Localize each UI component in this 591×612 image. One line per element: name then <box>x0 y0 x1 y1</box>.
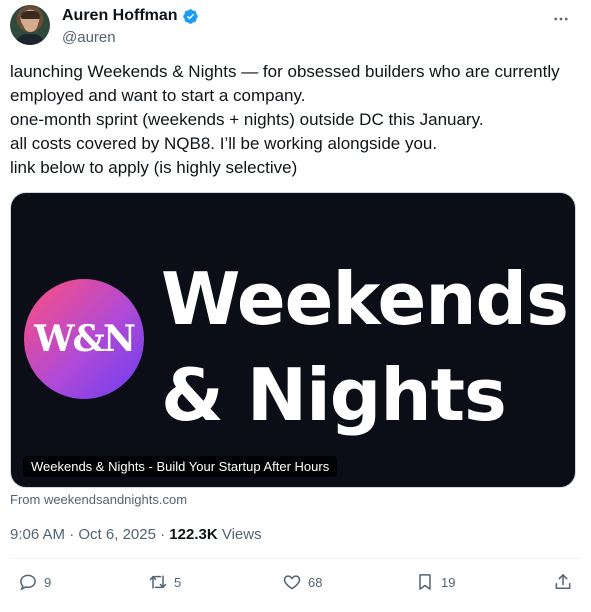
avatar-hair <box>21 11 40 19</box>
bookmark-button[interactable]: 19 <box>415 572 455 592</box>
action-bar: 9 5 68 19 <box>10 572 581 600</box>
meta-separator: · <box>160 526 170 543</box>
like-count: 68 <box>308 574 323 590</box>
repost-icon <box>149 575 167 589</box>
share-icon <box>555 574 571 589</box>
tweet-line: launching Weekends & Nights — for obsess… <box>10 62 560 81</box>
display-name[interactable]: Auren Hoffman <box>62 7 178 25</box>
brand-logo-text: W&N <box>34 318 136 360</box>
tweet-line: all costs covered by NQB8. I’ll be worki… <box>10 134 438 153</box>
handle[interactable]: @auren <box>62 29 116 46</box>
link-preview-card[interactable]: W&N Weekends & Nights Weekends & Nights … <box>10 192 576 488</box>
card-title-line-1: Weekends <box>161 257 569 341</box>
tweet-header: Auren Hoffman @auren <box>10 5 581 51</box>
tweet-line: employed and want to start a company. <box>10 86 306 105</box>
source-domain-link[interactable]: From weekendsandnights.com <box>10 492 187 507</box>
reply-button[interactable]: 9 <box>18 572 51 592</box>
card-caption: Weekends & Nights - Build Your Startup A… <box>23 456 338 477</box>
tweet-meta: 9:06 AM · Oct 6, 2025 · 122.3K Views <box>10 526 262 543</box>
tweet-line: link below to apply (is highly selective… <box>10 158 298 177</box>
more-horizontal-icon[interactable] <box>551 9 571 29</box>
views-label: Views <box>221 526 262 543</box>
card-title: Weekends & Nights <box>161 251 569 443</box>
views-count: 122.3K <box>169 526 218 543</box>
brand-logo: W&N <box>24 279 144 399</box>
tweet-date[interactable]: Oct 6, 2025 <box>78 526 156 543</box>
share-button[interactable] <box>553 572 573 592</box>
verified-badge-icon <box>182 8 198 24</box>
reply-icon <box>20 574 36 591</box>
tweet-time[interactable]: 9:06 AM <box>10 526 65 543</box>
card-title-line-2: & Nights <box>161 353 507 437</box>
repost-count: 5 <box>174 574 182 590</box>
avatar-shirt <box>15 34 45 45</box>
tweet-line: one-month sprint (weekends + nights) out… <box>10 110 484 129</box>
meta-separator: · <box>69 526 79 543</box>
avatar[interactable] <box>10 5 50 45</box>
repost-button[interactable]: 5 <box>148 572 181 592</box>
like-button[interactable]: 68 <box>282 572 322 592</box>
heart-icon <box>283 575 301 590</box>
reply-count: 9 <box>44 574 52 590</box>
bookmark-icon <box>419 574 431 590</box>
name-row: Auren Hoffman <box>62 7 199 25</box>
divider <box>10 558 581 559</box>
tweet-text: launching Weekends & Nights — for obsess… <box>10 60 581 180</box>
bookmark-count: 19 <box>441 574 456 590</box>
